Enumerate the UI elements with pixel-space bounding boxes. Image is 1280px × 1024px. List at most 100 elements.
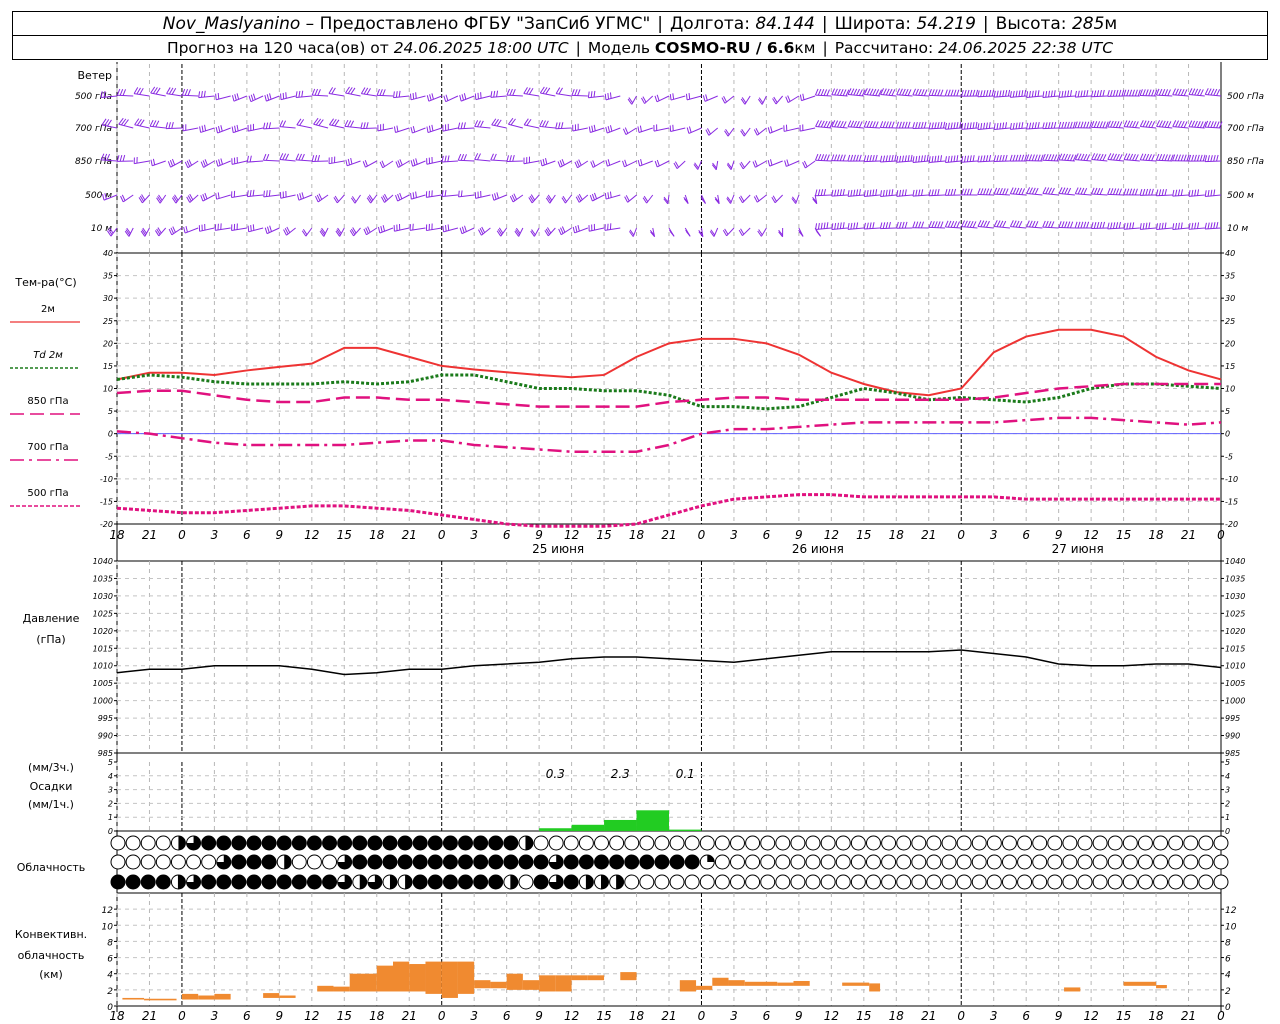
wind-barb-icon	[442, 225, 445, 232]
wind-barb-icon	[1129, 120, 1134, 128]
wind-barb-icon	[263, 127, 280, 130]
wind-barb-icon	[872, 154, 875, 162]
wind-barb-icon	[149, 119, 154, 127]
cloud-cover-circle-icon	[1198, 835, 1214, 851]
wind-barb-icon	[1132, 222, 1135, 229]
wind-barb-icon	[708, 127, 719, 136]
wind-barb-icon	[1050, 121, 1054, 129]
wind-barb-icon	[1210, 121, 1214, 128]
wind-barb-icon	[1161, 120, 1166, 128]
cloud-cover-circle-icon	[654, 854, 670, 870]
wind-barb-icon	[836, 88, 841, 96]
wind-barb-icon	[622, 160, 625, 167]
cloud-cover-circle-icon	[170, 854, 186, 870]
cloud-cover-circle-icon	[1032, 835, 1048, 851]
wind-barb-icon	[264, 227, 268, 234]
wind-barb-icon	[831, 189, 834, 197]
cloud-cover-circle-icon	[775, 854, 791, 870]
wind-barb-icon	[880, 94, 897, 97]
time-tick-label: 6	[763, 1009, 771, 1023]
wind-barb-icon	[412, 159, 416, 166]
wind-barb-icon	[1172, 194, 1189, 197]
wind-barb-icon	[441, 190, 444, 197]
conv-cloud-bar	[522, 980, 540, 990]
wind-barb-icon	[201, 91, 203, 98]
wind-barb-icon	[474, 120, 479, 127]
wind-barb-icon	[1018, 90, 1021, 97]
cloud-cover-circle-icon	[578, 835, 594, 851]
wind-barb-icon	[1158, 222, 1161, 230]
time-tick-label: 9	[795, 1009, 803, 1023]
wind-barb-icon	[676, 160, 686, 169]
wind-barb-icon	[1205, 126, 1222, 129]
wind-barb-icon	[1031, 187, 1036, 195]
wind-barb-icon	[686, 127, 690, 134]
wind-barb-icon	[1090, 187, 1095, 195]
wind-barb-icon	[993, 187, 998, 195]
wind-barb-icon	[1188, 223, 1191, 230]
wind-barb-icon	[317, 154, 320, 162]
wind-barb-icon	[882, 155, 886, 162]
wind-barb-icon	[399, 192, 403, 200]
wind-barb-icon	[928, 220, 932, 228]
cloud-cover-circle-icon	[1001, 835, 1017, 851]
time-tick-label: 6	[243, 1009, 251, 1023]
wind-barb-icon	[443, 95, 447, 102]
wind-barb-icon	[460, 122, 464, 129]
time-tick-label: 21	[921, 1009, 936, 1023]
wind-barb-icon	[556, 93, 572, 97]
wind-barb-icon	[953, 89, 957, 97]
wind-barb-icon	[1091, 193, 1108, 196]
wind-barb-icon	[646, 194, 654, 204]
wind-barb-icon	[1093, 153, 1098, 160]
wind-barb-icon	[587, 91, 590, 98]
wind-barb-icon	[1151, 188, 1154, 196]
wind-barb-icon	[888, 189, 891, 196]
wind-barb-icon	[834, 88, 838, 96]
wind-barb-icon	[823, 89, 828, 96]
wind-barb-icon	[1126, 188, 1130, 196]
wind-barb-icon	[966, 89, 970, 97]
time-tick-label: 0	[178, 528, 186, 542]
wind-barb-icon	[820, 189, 824, 196]
wind-barb-icon	[1018, 122, 1021, 129]
wind-barb-icon	[377, 226, 381, 234]
cloud-cover-circle-icon	[488, 874, 504, 890]
precip-tick-label: 5	[108, 758, 113, 767]
wind-barb-icon	[1145, 120, 1150, 128]
cloud-cover-circle-icon	[1077, 835, 1093, 851]
wind-barb-icon	[842, 89, 847, 96]
wind-barb-icon	[1077, 121, 1081, 128]
wind-barb-icon	[1058, 159, 1075, 162]
wind-barb-icon	[1021, 122, 1024, 129]
wind-barb-icon	[574, 89, 578, 96]
wind-barb-icon	[269, 93, 272, 100]
wind-barb-icon	[409, 227, 426, 231]
wind-barb-icon	[899, 155, 902, 163]
legend-label: Td 2м	[33, 350, 63, 361]
wind-barb-icon	[1148, 154, 1152, 161]
wind-barb-icon	[204, 159, 208, 166]
wind-barb-icon	[1139, 188, 1143, 196]
wind-barb-icon	[1172, 223, 1175, 230]
wind-barb-icon	[931, 122, 934, 129]
wind-barb-icon	[1191, 88, 1196, 96]
wind-barb-icon	[1069, 221, 1074, 229]
wind-barb-icon	[1031, 220, 1036, 228]
wind-barb-icon	[512, 155, 515, 162]
precip-bar	[669, 829, 702, 831]
wind-barb-icon	[907, 155, 910, 162]
wind-barb-icon	[1123, 89, 1127, 97]
wind-barb-icon	[540, 159, 543, 166]
time-tick-label: 18	[369, 1009, 385, 1023]
temp-tick-label: 10	[103, 385, 113, 394]
wind-barb-icon	[787, 95, 791, 102]
cloud-cover-circle-icon	[971, 835, 987, 851]
precip-bar	[604, 819, 637, 831]
wind-barb-icon	[888, 155, 891, 162]
wind-barb-icon	[1026, 187, 1031, 194]
cloud-cover-circle-icon	[412, 835, 428, 851]
pressure-tick-label: 1035	[93, 574, 113, 583]
cloud-cover-circle-icon	[1047, 835, 1063, 851]
cloud-cover-circle-icon	[911, 835, 927, 851]
